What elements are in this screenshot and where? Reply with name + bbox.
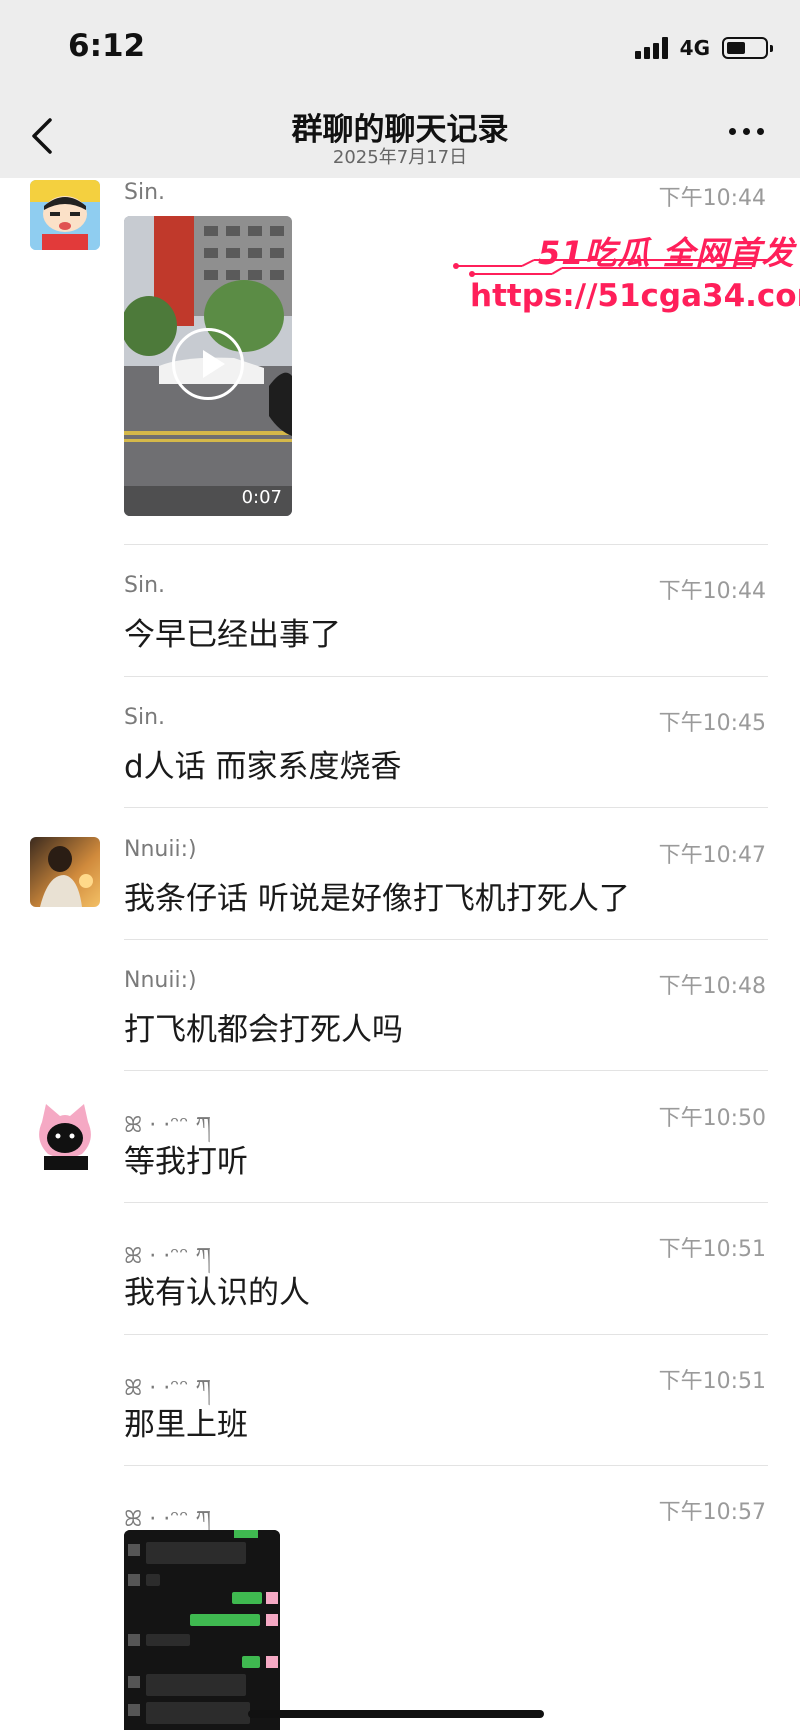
message-time: 下午10:51	[658, 1369, 766, 1394]
message-time: 下午10:45	[658, 711, 766, 736]
message-divider	[124, 1202, 768, 1203]
sender-name: Sin.	[124, 573, 166, 598]
message-time: 下午10:57	[658, 1500, 766, 1525]
message-divider	[124, 1070, 768, 1071]
video-message[interactable]: 0:07	[124, 216, 292, 516]
watermark-brand: 51吃瓜 全网首发	[538, 234, 795, 272]
top-bar: 6:12 4G 群聊的聊天记录 2025年7月17日	[0, 0, 800, 178]
message-text: 我条仔话 听说是好像打飞机打死人了	[124, 881, 630, 917]
message-time: 下午10:44	[658, 186, 766, 211]
home-indicator[interactable]	[248, 1710, 544, 1718]
watermark-url: https://51cga34.com	[470, 278, 800, 314]
photo-avatar-icon[interactable]	[30, 837, 100, 907]
message-time: 下午10:44	[658, 579, 766, 604]
message-time: 下午10:51	[658, 1237, 766, 1262]
message-divider	[124, 544, 768, 545]
network-type: 4G	[679, 36, 710, 60]
sender-name: Nnuii:)	[124, 968, 197, 993]
sender-name: Sin.	[124, 180, 166, 205]
message-text: 我有认识的人	[124, 1275, 310, 1311]
status-time: 6:12	[68, 28, 146, 64]
message-time: 下午10:50	[658, 1106, 766, 1131]
battery-icon	[722, 37, 773, 59]
message-text: 今早已经出事了	[124, 617, 341, 653]
message-divider	[124, 1465, 768, 1466]
message-time: 下午10:47	[658, 843, 766, 868]
image-message[interactable]	[124, 1530, 280, 1730]
message-text: 打飞机都会打死人吗	[124, 1012, 403, 1048]
message-text: d人话 而家系度烧香	[124, 749, 402, 785]
more-options-icon[interactable]	[729, 128, 764, 135]
message-text: 那里上班	[124, 1407, 248, 1443]
message-divider	[124, 807, 768, 808]
sender-name: Nnuii:)	[124, 837, 197, 862]
page-subtitle-date: 2025年7月17日	[332, 147, 468, 168]
cartoon-avatar-icon[interactable]	[30, 180, 100, 250]
message-divider	[124, 939, 768, 940]
status-indicators: 4G	[634, 34, 773, 62]
message-divider	[124, 676, 768, 677]
message-time: 下午10:48	[658, 974, 766, 999]
message-divider	[124, 1334, 768, 1335]
sender-name: Sin.	[124, 705, 166, 730]
signal-icon	[634, 37, 668, 59]
play-icon[interactable]	[172, 328, 244, 400]
message-text: 等我打听	[124, 1144, 248, 1180]
pink-cat-avatar-icon[interactable]	[30, 1100, 100, 1170]
video-duration: 0:07	[241, 487, 282, 508]
